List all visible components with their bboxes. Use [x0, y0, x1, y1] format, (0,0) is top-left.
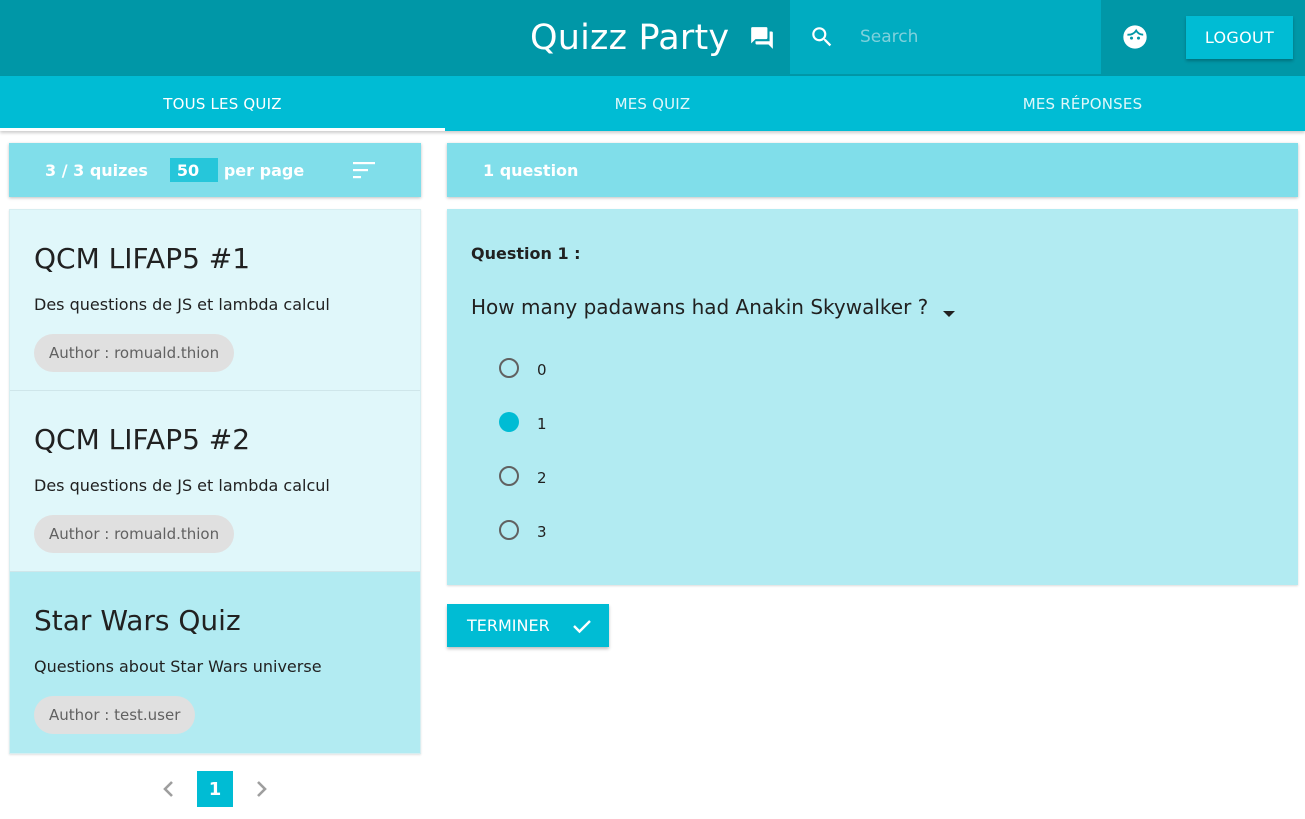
app-title: Quizz Party: [530, 18, 730, 58]
search-box: [790, 0, 1101, 74]
tab-mes-reponses[interactable]: MES RÉPONSES: [860, 76, 1305, 131]
logout-button[interactable]: LOGOUT: [1186, 16, 1293, 59]
app-header: Quizz Party LOGOUT: [0, 0, 1305, 76]
quiz-list: QCM LIFAP5 #1 Des questions de JS et lam…: [9, 209, 421, 754]
user-face-icon[interactable]: [1121, 23, 1149, 51]
answer-option[interactable]: 1: [499, 410, 547, 434]
question-count-header: 1 question: [447, 143, 1298, 197]
chevron-left-icon[interactable]: [155, 776, 181, 802]
finish-label: TERMINER: [467, 616, 550, 635]
chevron-right-icon[interactable]: [249, 776, 275, 802]
search-icon[interactable]: [809, 24, 835, 50]
question-text-row: How many padawans had Anakin Skywalker ?: [471, 295, 956, 319]
caret-down-icon[interactable]: [942, 299, 956, 317]
question-label: Question 1 :: [471, 244, 581, 263]
quiz-description: Questions about Star Wars universe: [34, 657, 322, 676]
option-label: 0: [537, 361, 547, 379]
check-icon: [572, 618, 592, 634]
quiz-description: Des questions de JS et lambda calcul: [34, 476, 330, 495]
sort-icon[interactable]: [352, 160, 376, 180]
author-chip: Author : romuald.thion: [34, 515, 235, 553]
answer-option[interactable]: 0: [499, 356, 547, 380]
per-page-label: per page: [223, 160, 305, 180]
quiz-description: Des questions de JS et lambda calcul: [34, 295, 330, 314]
pagination: 1: [155, 771, 275, 807]
quiz-title: Star Wars Quiz: [34, 604, 241, 637]
forum-icon: [749, 24, 777, 52]
finish-button[interactable]: TERMINER: [447, 604, 609, 647]
question-text: How many padawans had Anakin Skywalker ?: [471, 295, 929, 319]
quiz-title: QCM LIFAP5 #2: [34, 423, 251, 456]
quiz-card-selected[interactable]: Star Wars Quiz Questions about Star Wars…: [10, 572, 420, 753]
radio-button[interactable]: [499, 358, 519, 378]
tab-tous-les-quiz[interactable]: TOUS LES QUIZ: [0, 76, 445, 131]
answer-option[interactable]: 3: [499, 518, 547, 542]
main-tabs: TOUS LES QUIZ MES QUIZ MES RÉPONSES: [0, 76, 1305, 131]
option-label: 2: [537, 469, 547, 487]
quiz-card[interactable]: QCM LIFAP5 #2 Des questions de JS et lam…: [10, 391, 420, 572]
radio-button[interactable]: [499, 520, 519, 540]
quiz-list-header: 3 / 3 quizes per page: [9, 143, 421, 197]
author-chip: Author : romuald.thion: [34, 334, 235, 372]
quiz-title: QCM LIFAP5 #1: [34, 242, 251, 275]
tab-mes-quiz[interactable]: MES QUIZ: [445, 76, 860, 131]
author-chip: Author : test.user: [34, 696, 196, 734]
page-number[interactable]: 1: [197, 771, 233, 807]
question-card: Question 1 : How many padawans had Anaki…: [447, 209, 1298, 585]
answer-option[interactable]: 2: [499, 464, 547, 488]
search-input[interactable]: [860, 22, 1080, 52]
per-page-input[interactable]: [169, 158, 218, 182]
brand: Quizz Party: [530, 16, 777, 60]
radio-button[interactable]: [499, 466, 519, 486]
quiz-card[interactable]: QCM LIFAP5 #1 Des questions de JS et lam…: [10, 210, 420, 391]
quiz-count: 3 / 3 quizes: [45, 160, 148, 180]
option-label: 1: [537, 415, 547, 433]
radio-button-checked[interactable]: [499, 412, 519, 432]
option-label: 3: [537, 523, 547, 541]
